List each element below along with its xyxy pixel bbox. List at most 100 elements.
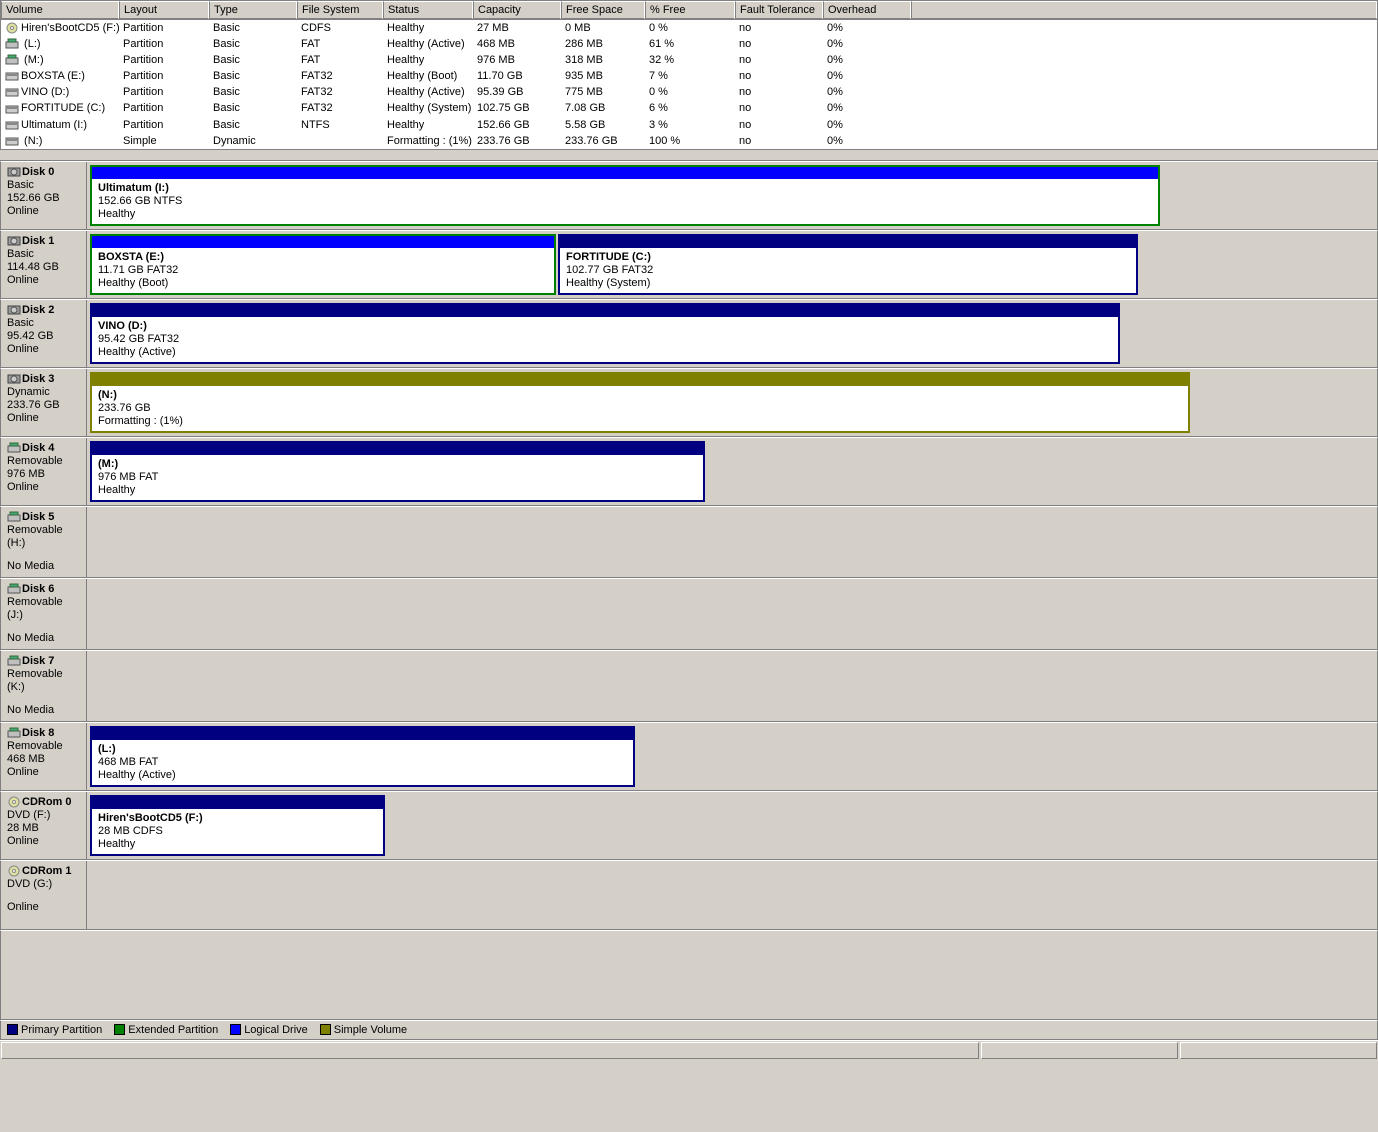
volume-cell: Basic xyxy=(209,21,297,35)
volume-cell: NTFS xyxy=(297,118,383,132)
disk-info: Disk 3Dynamic233.76 GBOnline xyxy=(1,369,87,436)
partition[interactable]: Ultimatum (I:)152.66 GB NTFSHealthy xyxy=(90,165,1160,226)
volume-cell: Basic xyxy=(209,118,297,132)
volume-row[interactable]: FORTITUDE (C:)PartitionBasicFAT32Healthy… xyxy=(1,100,1377,116)
volume-cell: 0% xyxy=(823,118,911,132)
disk-row[interactable]: Disk 5Removable (H:)No Media xyxy=(0,506,1378,578)
partition-body: (L:)468 MB FATHealthy (Active) xyxy=(92,740,633,785)
disk-row[interactable]: Disk 8Removable468 MBOnline (L:)468 MB F… xyxy=(0,722,1378,791)
disk-row[interactable]: Disk 0Basic152.66 GBOnlineUltimatum (I:)… xyxy=(0,161,1378,230)
status-cell xyxy=(1,1042,979,1059)
hdd-icon xyxy=(5,103,19,115)
volume-cell: 5.58 GB xyxy=(561,118,645,132)
partition-color-bar xyxy=(92,443,703,455)
column-header-capacity[interactable]: Capacity xyxy=(473,1,561,19)
volume-cell: no xyxy=(735,37,823,51)
volume-row[interactable]: Ultimatum (I:)PartitionBasicNTFSHealthy1… xyxy=(1,117,1377,133)
disk-row[interactable]: Disk 7Removable (K:)No Media xyxy=(0,650,1378,722)
column-header-fault-tolerance[interactable]: Fault Tolerance xyxy=(735,1,823,19)
legend-item: Extended Partition xyxy=(114,1024,218,1036)
legend: Primary PartitionExtended PartitionLogic… xyxy=(0,1020,1378,1040)
hdd-icon xyxy=(5,86,19,98)
disk-info: Disk 6Removable (J:)No Media xyxy=(1,579,87,649)
partition-color-bar xyxy=(92,167,1158,179)
volume-list[interactable]: VolumeLayoutTypeFile SystemStatusCapacit… xyxy=(0,0,1378,150)
cd-icon xyxy=(7,865,21,877)
removable-icon xyxy=(7,583,21,595)
volume-cell: Healthy (System) xyxy=(383,101,473,115)
volume-cell: CDFS xyxy=(297,21,383,35)
disk-row[interactable]: Disk 1Basic114.48 GBOnlineBOXSTA (E:)11.… xyxy=(0,230,1378,299)
partition-color-bar xyxy=(92,728,633,740)
volume-cell: 0 % xyxy=(645,85,735,99)
volume-cell: Partition xyxy=(119,37,209,51)
volume-row[interactable]: (M:)PartitionBasicFATHealthy976 MB318 MB… xyxy=(1,52,1377,68)
hdd-icon xyxy=(5,70,19,82)
partition[interactable]: (N:)233.76 GBFormatting : (1%) xyxy=(90,372,1190,433)
partition-body: Hiren'sBootCD5 (F:)28 MB CDFSHealthy xyxy=(92,809,383,854)
volume-cell: 7.08 GB xyxy=(561,101,645,115)
status-cell xyxy=(981,1042,1178,1059)
volume-row[interactable]: (N:)SimpleDynamicFormatting : (1%)233.76… xyxy=(1,133,1377,149)
volume-cell: no xyxy=(735,101,823,115)
disk-info: Disk 0Basic152.66 GBOnline xyxy=(1,162,87,229)
hdd-icon xyxy=(5,119,19,131)
partition[interactable]: FORTITUDE (C:)102.77 GB FAT32Healthy (Sy… xyxy=(558,234,1138,295)
disk-row[interactable]: Disk 6Removable (J:)No Media xyxy=(0,578,1378,650)
disk-row[interactable]: CDRom 1DVD (G:)Online xyxy=(0,860,1378,930)
volume-cell: 0 MB xyxy=(561,21,645,35)
column-header-volume[interactable]: Volume xyxy=(1,1,119,19)
partition-color-bar xyxy=(92,374,1188,386)
disk-partitions: VINO (D:)95.42 GB FAT32Healthy (Active) xyxy=(87,300,1377,367)
column-header--free[interactable]: % Free xyxy=(645,1,735,19)
disk-partitions: Ultimatum (I:)152.66 GB NTFSHealthy xyxy=(87,162,1377,229)
volume-cell: Partition xyxy=(119,101,209,115)
disk-row[interactable]: Disk 2Basic95.42 GBOnlineVINO (D:)95.42 … xyxy=(0,299,1378,368)
column-header-free-space[interactable]: Free Space xyxy=(561,1,645,19)
disk-row[interactable]: CDRom 0DVD (F:)28 MBOnlineHiren'sBootCD5… xyxy=(0,791,1378,860)
volume-row[interactable]: VINO (D:)PartitionBasicFAT32Healthy (Act… xyxy=(1,84,1377,100)
disk-row[interactable]: Disk 3Dynamic233.76 GBOnline (N:)233.76 … xyxy=(0,368,1378,437)
partition[interactable]: (L:)468 MB FATHealthy (Active) xyxy=(90,726,635,787)
volume-cell: Basic xyxy=(209,37,297,51)
partition[interactable]: Hiren'sBootCD5 (F:)28 MB CDFSHealthy xyxy=(90,795,385,856)
volume-cell: no xyxy=(735,21,823,35)
disk-empty xyxy=(87,651,1377,721)
partition-body: Ultimatum (I:)152.66 GB NTFSHealthy xyxy=(92,179,1158,224)
column-header-type[interactable]: Type xyxy=(209,1,297,19)
legend-swatch xyxy=(230,1024,241,1035)
column-header-status[interactable]: Status xyxy=(383,1,473,19)
volume-cell: Basic xyxy=(209,69,297,83)
disk-row[interactable]: Disk 4Removable976 MBOnline (M:)976 MB F… xyxy=(0,437,1378,506)
partition-color-bar xyxy=(92,236,554,248)
volume-cell: Basic xyxy=(209,85,297,99)
drive-icon xyxy=(5,54,19,66)
partition[interactable]: (M:)976 MB FATHealthy xyxy=(90,441,705,502)
volume-cell: Basic xyxy=(209,101,297,115)
partition-color-bar xyxy=(560,236,1136,248)
unallocated-area xyxy=(0,930,1378,1020)
column-header-overhead[interactable]: Overhead xyxy=(823,1,911,19)
volume-cell: Formatting : (1%) xyxy=(383,134,473,148)
volume-cell: Healthy xyxy=(383,21,473,35)
volume-cell: 286 MB xyxy=(561,37,645,51)
disk-info: Disk 2Basic95.42 GBOnline xyxy=(1,300,87,367)
volume-cell: 0% xyxy=(823,134,911,148)
volume-cell: 102.75 GB xyxy=(473,101,561,115)
column-header-file-system[interactable]: File System xyxy=(297,1,383,19)
volume-cell: VINO (D:) xyxy=(1,85,119,99)
volume-row[interactable]: Hiren'sBootCD5 (F:)PartitionBasicCDFSHea… xyxy=(1,20,1377,36)
volume-cell: 233.76 GB xyxy=(561,134,645,148)
volume-row[interactable]: (L:)PartitionBasicFATHealthy (Active)468… xyxy=(1,36,1377,52)
volume-row[interactable]: BOXSTA (E:)PartitionBasicFAT32Healthy (B… xyxy=(1,68,1377,84)
volume-cell: 0% xyxy=(823,85,911,99)
partition[interactable]: BOXSTA (E:)11.71 GB FAT32Healthy (Boot) xyxy=(90,234,556,295)
volume-cell: no xyxy=(735,118,823,132)
volume-cell: FAT32 xyxy=(297,85,383,99)
disk-graphical-view: Disk 0Basic152.66 GBOnlineUltimatum (I:)… xyxy=(0,160,1378,930)
disk-info: Disk 7Removable (K:)No Media xyxy=(1,651,87,721)
volume-cell: 0% xyxy=(823,101,911,115)
partition[interactable]: VINO (D:)95.42 GB FAT32Healthy (Active) xyxy=(90,303,1120,364)
partition-body: BOXSTA (E:)11.71 GB FAT32Healthy (Boot) xyxy=(92,248,554,293)
column-header-layout[interactable]: Layout xyxy=(119,1,209,19)
